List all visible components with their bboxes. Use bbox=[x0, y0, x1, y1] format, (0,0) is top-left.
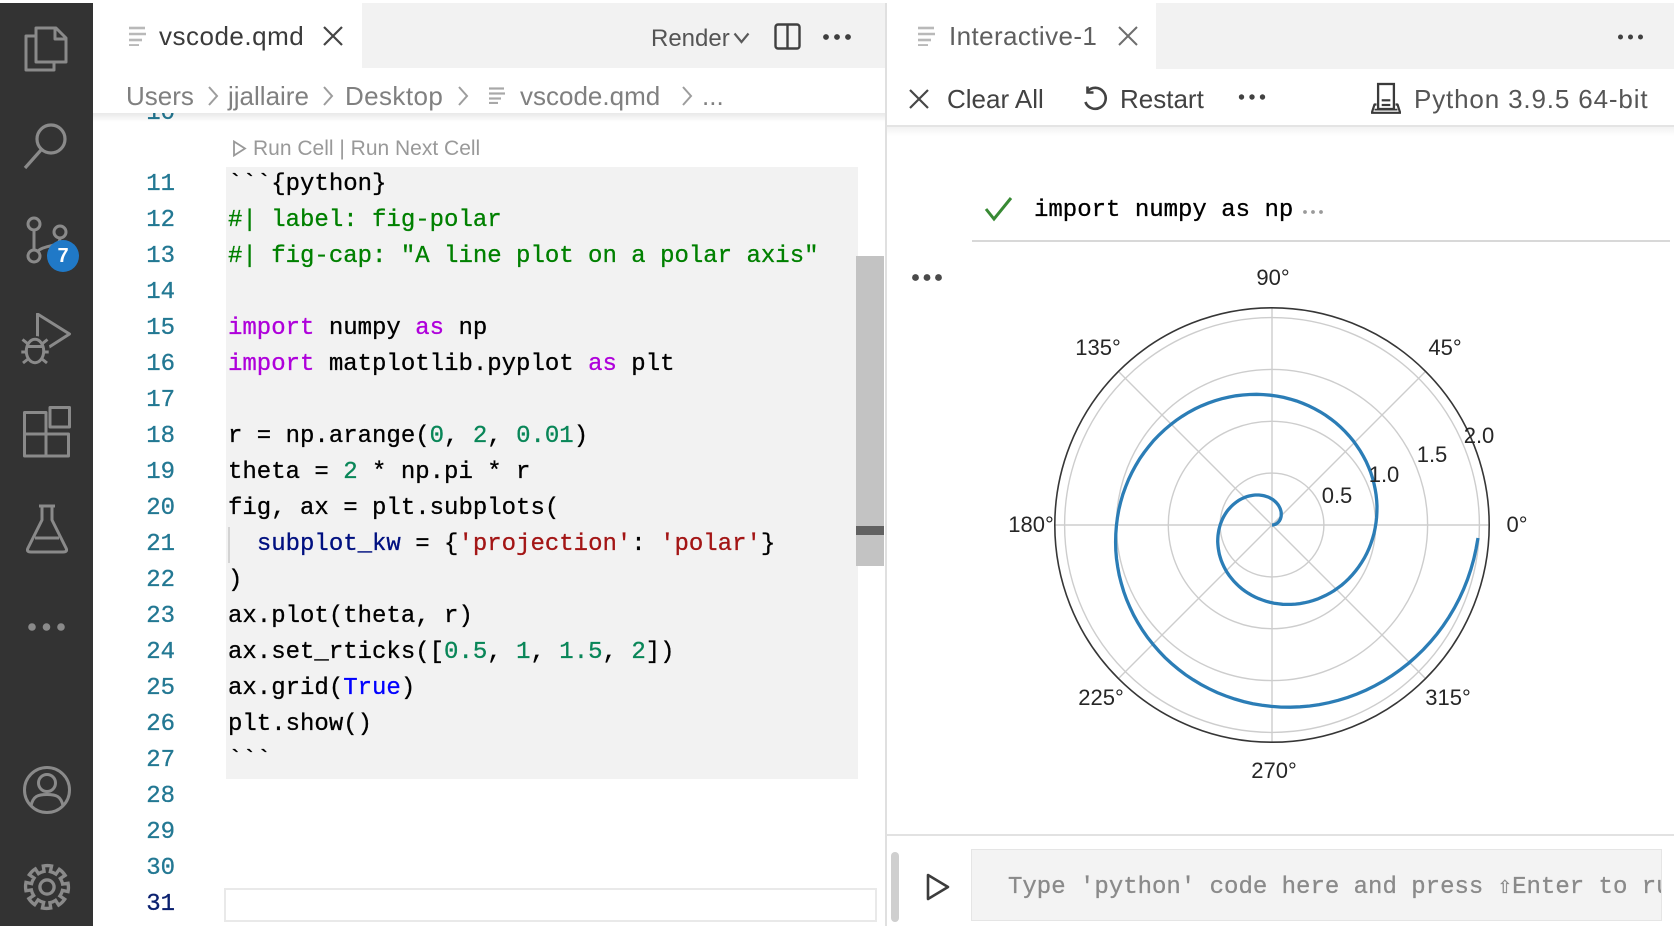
svg-text:270°: 270° bbox=[1251, 758, 1297, 783]
svg-text:315°: 315° bbox=[1425, 685, 1471, 710]
svg-text:45°: 45° bbox=[1428, 335, 1461, 360]
svg-text:0.5: 0.5 bbox=[1322, 483, 1353, 508]
svg-text:0°: 0° bbox=[1506, 512, 1527, 537]
svg-text:225°: 225° bbox=[1078, 685, 1124, 710]
svg-text:90°: 90° bbox=[1256, 265, 1289, 290]
svg-text:1.0: 1.0 bbox=[1369, 462, 1400, 487]
svg-text:180°: 180° bbox=[1008, 512, 1054, 537]
svg-text:135°: 135° bbox=[1075, 335, 1121, 360]
svg-text:1.5: 1.5 bbox=[1417, 442, 1448, 467]
svg-text:2.0: 2.0 bbox=[1464, 423, 1495, 448]
